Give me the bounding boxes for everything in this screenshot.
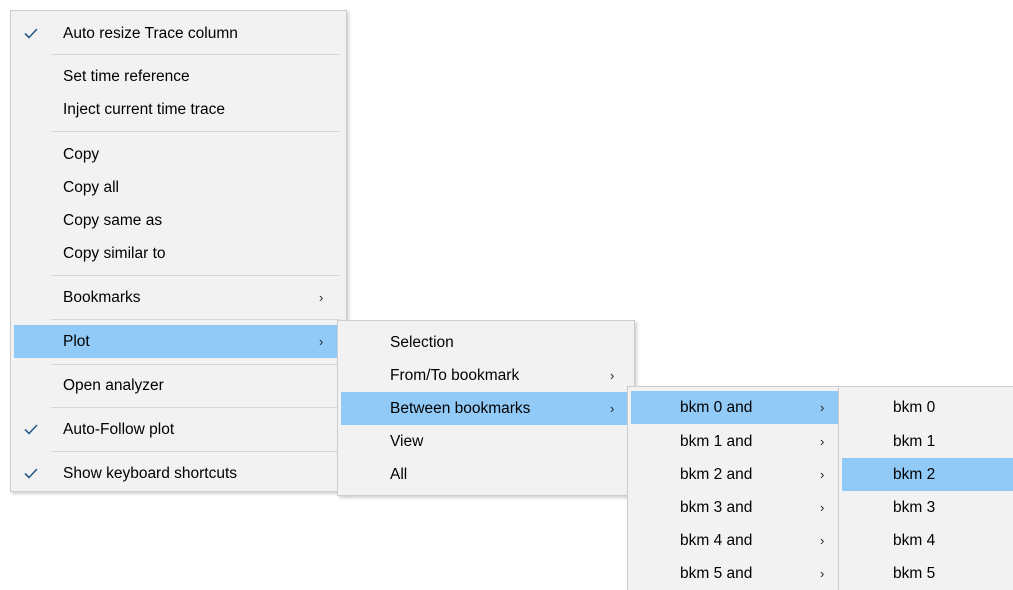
menu-item-auto-follow-plot[interactable]: Auto-Follow plot xyxy=(11,413,346,446)
bkm-0-and-submenu: bkm 0 bkm 1 bkm 2 bkm 3 bkm 4 bkm 5 xyxy=(838,386,1013,590)
menu-item-from-to-bookmark[interactable]: From/To bookmark › xyxy=(338,359,634,392)
menu-item-bkm-4-and[interactable]: bkm 4 and › xyxy=(628,524,841,557)
menu-item-label: Auto resize Trace column xyxy=(63,25,238,42)
menu-item-label: Auto-Follow plot xyxy=(63,421,175,438)
menu-item-bkm-5[interactable]: bkm 5 xyxy=(839,557,1013,590)
menu-item-label: From/To bookmark xyxy=(390,367,520,384)
menu-item-open-analyzer[interactable]: Open analyzer xyxy=(11,369,346,402)
menu-item-label: Between bookmarks xyxy=(390,400,531,417)
menu-separator xyxy=(51,364,340,365)
menu-item-bkm-3[interactable]: bkm 3 xyxy=(839,491,1013,524)
menu-item-all[interactable]: All xyxy=(338,458,634,491)
menu-item-copy-similar-to[interactable]: Copy similar to xyxy=(11,237,346,270)
plot-submenu: Selection From/To bookmark › Between boo… xyxy=(337,320,635,496)
chevron-right-icon: › xyxy=(319,334,324,349)
menu-item-label: Copy all xyxy=(63,179,119,196)
chevron-right-icon: › xyxy=(610,401,615,416)
menu-item-bkm-2[interactable]: bkm 2 xyxy=(842,458,1013,491)
menu-item-label: bkm 0 xyxy=(893,399,936,416)
menu-separator xyxy=(51,131,340,132)
menu-item-bkm-0[interactable]: bkm 0 xyxy=(839,391,1013,424)
menu-item-copy-all[interactable]: Copy all xyxy=(11,171,346,204)
menu-item-label: Selection xyxy=(390,334,454,351)
menu-item-label: Plot xyxy=(63,333,90,350)
checkmark-icon xyxy=(11,413,51,446)
context-menu: Auto resize Trace column Set time refere… xyxy=(10,10,347,492)
menu-item-between-bookmarks[interactable]: Between bookmarks › xyxy=(341,392,631,425)
menu-item-bkm-1-and[interactable]: bkm 1 and › xyxy=(628,425,841,458)
menu-item-inject-current-time-trace[interactable]: Inject current time trace xyxy=(11,93,346,126)
menu-item-label: View xyxy=(390,433,424,450)
menu-item-label: bkm 4 and xyxy=(680,532,753,549)
menu-separator xyxy=(51,407,340,408)
menu-separator xyxy=(51,451,340,452)
menu-item-label: Show keyboard shortcuts xyxy=(63,465,238,482)
menu-item-bkm-2-and[interactable]: bkm 2 and › xyxy=(628,458,841,491)
menu-item-bookmarks[interactable]: Bookmarks › xyxy=(11,281,346,314)
menu-separator xyxy=(51,54,340,55)
menu-item-label: Open analyzer xyxy=(63,377,164,394)
menu-item-copy[interactable]: Copy xyxy=(11,138,346,171)
menu-separator xyxy=(51,275,340,276)
menu-item-label: bkm 2 and xyxy=(680,466,753,483)
menu-item-label: bkm 4 xyxy=(893,532,936,549)
menu-item-label: Inject current time trace xyxy=(63,101,225,118)
menu-item-show-keyboard-shortcuts[interactable]: Show keyboard shortcuts xyxy=(11,457,346,490)
chevron-right-icon: › xyxy=(820,467,825,482)
menu-item-bkm-1[interactable]: bkm 1 xyxy=(839,425,1013,458)
menu-item-plot[interactable]: Plot › xyxy=(14,325,343,358)
menu-item-view[interactable]: View xyxy=(338,425,634,458)
menu-item-bkm-0-and[interactable]: bkm 0 and › xyxy=(631,391,838,424)
menu-item-label: All xyxy=(390,466,408,483)
menu-item-label: bkm 0 and xyxy=(680,399,753,416)
menu-item-label: bkm 1 xyxy=(893,433,936,450)
chevron-right-icon: › xyxy=(610,368,615,383)
chevron-right-icon: › xyxy=(820,500,825,515)
menu-item-bkm-4[interactable]: bkm 4 xyxy=(839,524,1013,557)
menu-item-label: bkm 5 xyxy=(893,565,936,582)
chevron-right-icon: › xyxy=(820,400,825,415)
menu-item-bkm-3-and[interactable]: bkm 3 and › xyxy=(628,491,841,524)
chevron-right-icon: › xyxy=(820,533,825,548)
menu-item-bkm-5-and[interactable]: bkm 5 and › xyxy=(628,557,841,590)
menu-separator xyxy=(51,319,340,320)
menu-item-label: bkm 1 and xyxy=(680,433,753,450)
menu-item-label: Bookmarks xyxy=(63,289,141,306)
menu-item-label: Copy similar to xyxy=(63,245,166,262)
menu-item-label: Set time reference xyxy=(63,68,190,85)
chevron-right-icon: › xyxy=(820,566,825,581)
chevron-right-icon: › xyxy=(820,434,825,449)
menu-item-auto-resize-trace-column[interactable]: Auto resize Trace column xyxy=(11,17,346,50)
menu-item-copy-same-as[interactable]: Copy same as xyxy=(11,204,346,237)
menu-item-label: Copy xyxy=(63,146,100,163)
menu-item-selection[interactable]: Selection xyxy=(338,326,634,359)
between-bookmarks-submenu: bkm 0 and › bkm 1 and › bkm 2 and › bkm … xyxy=(627,386,842,590)
checkmark-icon xyxy=(11,17,51,50)
menu-item-label: bkm 5 and xyxy=(680,565,753,582)
menu-item-label: bkm 2 xyxy=(893,466,936,483)
menu-item-label: bkm 3 and xyxy=(680,499,753,516)
checkmark-icon xyxy=(11,457,51,490)
menu-item-label: Copy same as xyxy=(63,212,163,229)
chevron-right-icon: › xyxy=(319,290,324,305)
menu-item-set-time-reference[interactable]: Set time reference xyxy=(11,60,346,93)
menu-item-label: bkm 3 xyxy=(893,499,936,516)
